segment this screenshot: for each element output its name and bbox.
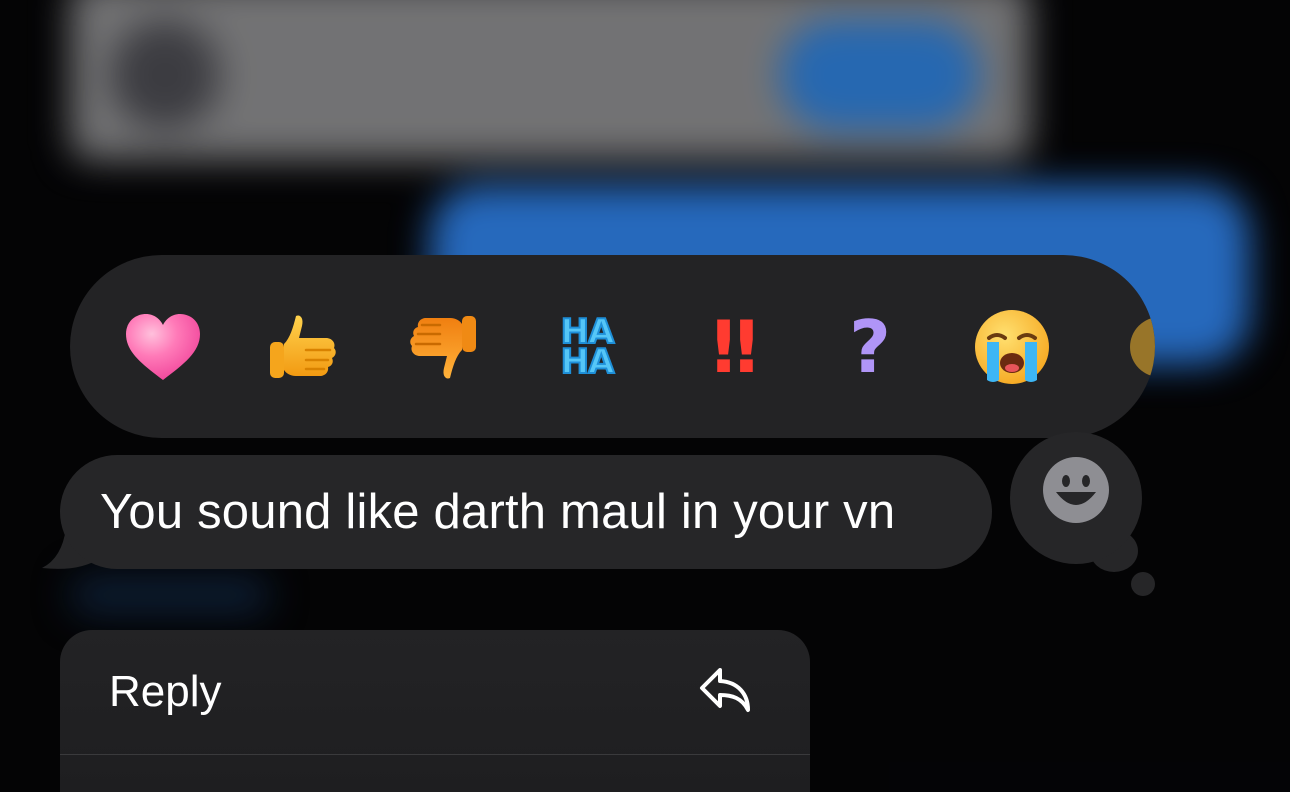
question-mark-icon: ? (849, 304, 891, 389)
menu-divider (60, 754, 810, 755)
reaction-crying-face-button[interactable] (957, 255, 1067, 438)
reaction-bar: HA HA !! ? (70, 255, 1155, 438)
thumbs-up-icon (270, 314, 336, 378)
reaction-more-button[interactable] (1105, 255, 1155, 438)
menu-item-reply[interactable]: Reply (60, 630, 810, 754)
context-menu: Reply (60, 630, 810, 792)
message-text: You sound like darth maul in your vn (100, 485, 896, 539)
reaction-thumbs-down-button[interactable] (388, 255, 498, 438)
add-emoji-reaction-button[interactable] (1010, 432, 1142, 564)
screen: HA HA !! ? You sound like darth maul in … (0, 0, 1290, 792)
haha-bottom-label: HA (560, 341, 616, 382)
reaction-heart-button[interactable] (108, 255, 218, 438)
smiley-face-icon (1043, 457, 1109, 523)
thought-bubble-small-dot (1131, 572, 1155, 596)
reaction-haha-button[interactable]: HA HA (532, 255, 642, 438)
reply-arrow-icon (700, 668, 750, 712)
reaction-question-button[interactable]: ? (815, 255, 925, 438)
reaction-exclamation-button[interactable]: !! (675, 255, 785, 438)
double-exclamation-icon: !! (707, 304, 763, 389)
thumbs-down-icon (410, 315, 476, 379)
crying-face-icon (975, 309, 1049, 384)
partial-emoji-icon (1130, 316, 1155, 377)
reaction-thumbs-up-button[interactable] (248, 255, 358, 438)
menu-item-reply-label: Reply (109, 667, 222, 716)
heart-icon (126, 313, 200, 380)
haha-icon: HA HA (560, 314, 616, 382)
